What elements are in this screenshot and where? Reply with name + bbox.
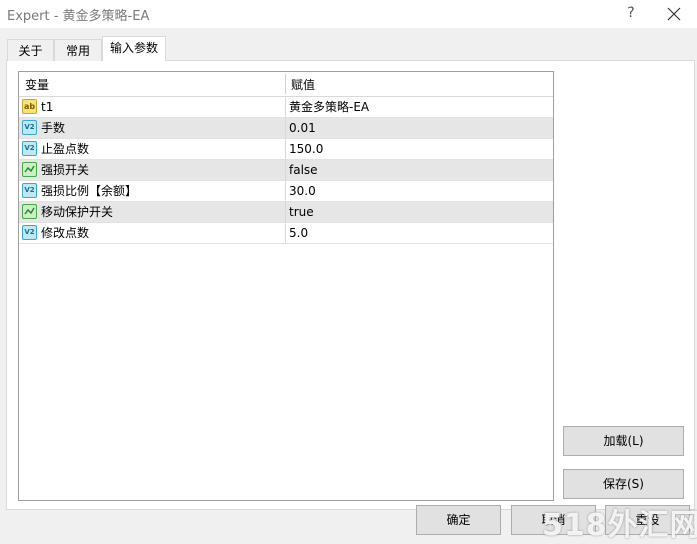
load-button[interactable]: 加载(L): [563, 426, 684, 456]
column-header-value[interactable]: 赋值: [291, 72, 315, 96]
grid-header: 变量 赋值: [19, 72, 553, 97]
table-row[interactable]: 移动保护开关 true: [19, 202, 553, 223]
variable-name: 强损比例【余额】: [41, 184, 138, 198]
boolean-icon: [22, 162, 37, 177]
variable-value[interactable]: true: [289, 202, 314, 222]
table-row[interactable]: V2 强损比例【余额】 30.0: [19, 181, 553, 202]
parameters-grid: 变量 赋值 ab t1 黄金多策略-EA V2 手数 0.01 V2 止盈点数 …: [18, 71, 554, 501]
variable-value[interactable]: false: [289, 160, 318, 180]
cell-divider: [285, 139, 286, 159]
cell-divider: [285, 160, 286, 180]
variable-name: 手数: [41, 121, 66, 135]
table-row[interactable]: V2 手数 0.01: [19, 118, 553, 139]
watermark-logo: 518外汇网: [542, 508, 697, 543]
table-row[interactable]: V2 修改点数 5.0: [19, 223, 553, 244]
column-header-variable[interactable]: 变量: [25, 72, 49, 96]
tab-about[interactable]: 关于: [7, 39, 54, 61]
variable-value[interactable]: 0.01: [289, 118, 316, 138]
table-row[interactable]: 强损开关 false: [19, 160, 553, 181]
variable-name: 移动保护开关: [41, 205, 114, 219]
variable-value[interactable]: 150.0: [289, 139, 323, 159]
variable-name: 止盈点数: [41, 142, 90, 156]
variable-value[interactable]: 黄金多策略-EA: [289, 97, 369, 117]
table-row[interactable]: V2 止盈点数 150.0: [19, 139, 553, 160]
ok-button[interactable]: 确定: [416, 505, 501, 535]
cell-divider: [285, 223, 286, 243]
cell-divider: [285, 97, 286, 117]
row-divider: [19, 243, 553, 244]
numeric-v2-icon: V2: [22, 183, 37, 198]
window-title: Expert - 黄金多策略-EA: [7, 9, 150, 24]
numeric-v2-icon: V2: [22, 120, 37, 135]
close-icon[interactable]: [664, 4, 684, 24]
help-icon[interactable]: ?: [622, 4, 640, 22]
boolean-icon: [22, 204, 37, 219]
cell-divider: [285, 118, 286, 138]
title-bar: Expert - 黄金多策略-EA ?: [0, 0, 697, 28]
column-divider: [285, 74, 286, 94]
save-button[interactable]: 保存(S): [563, 469, 684, 499]
variable-value[interactable]: 5.0: [289, 223, 308, 243]
tab-inputs[interactable]: 输入参数: [102, 36, 166, 61]
variable-name: t1: [41, 100, 54, 114]
variable-name: 修改点数: [41, 226, 90, 240]
variable-value[interactable]: 30.0: [289, 181, 316, 201]
cell-divider: [285, 181, 286, 201]
numeric-v2-icon: V2: [22, 225, 37, 240]
variable-name: 强损开关: [41, 163, 90, 177]
string-ab-icon: ab: [22, 99, 37, 114]
table-row[interactable]: ab t1 黄金多策略-EA: [19, 97, 553, 118]
tab-common[interactable]: 常用: [54, 39, 102, 61]
numeric-v2-icon: V2: [22, 141, 37, 156]
cell-divider: [285, 202, 286, 222]
